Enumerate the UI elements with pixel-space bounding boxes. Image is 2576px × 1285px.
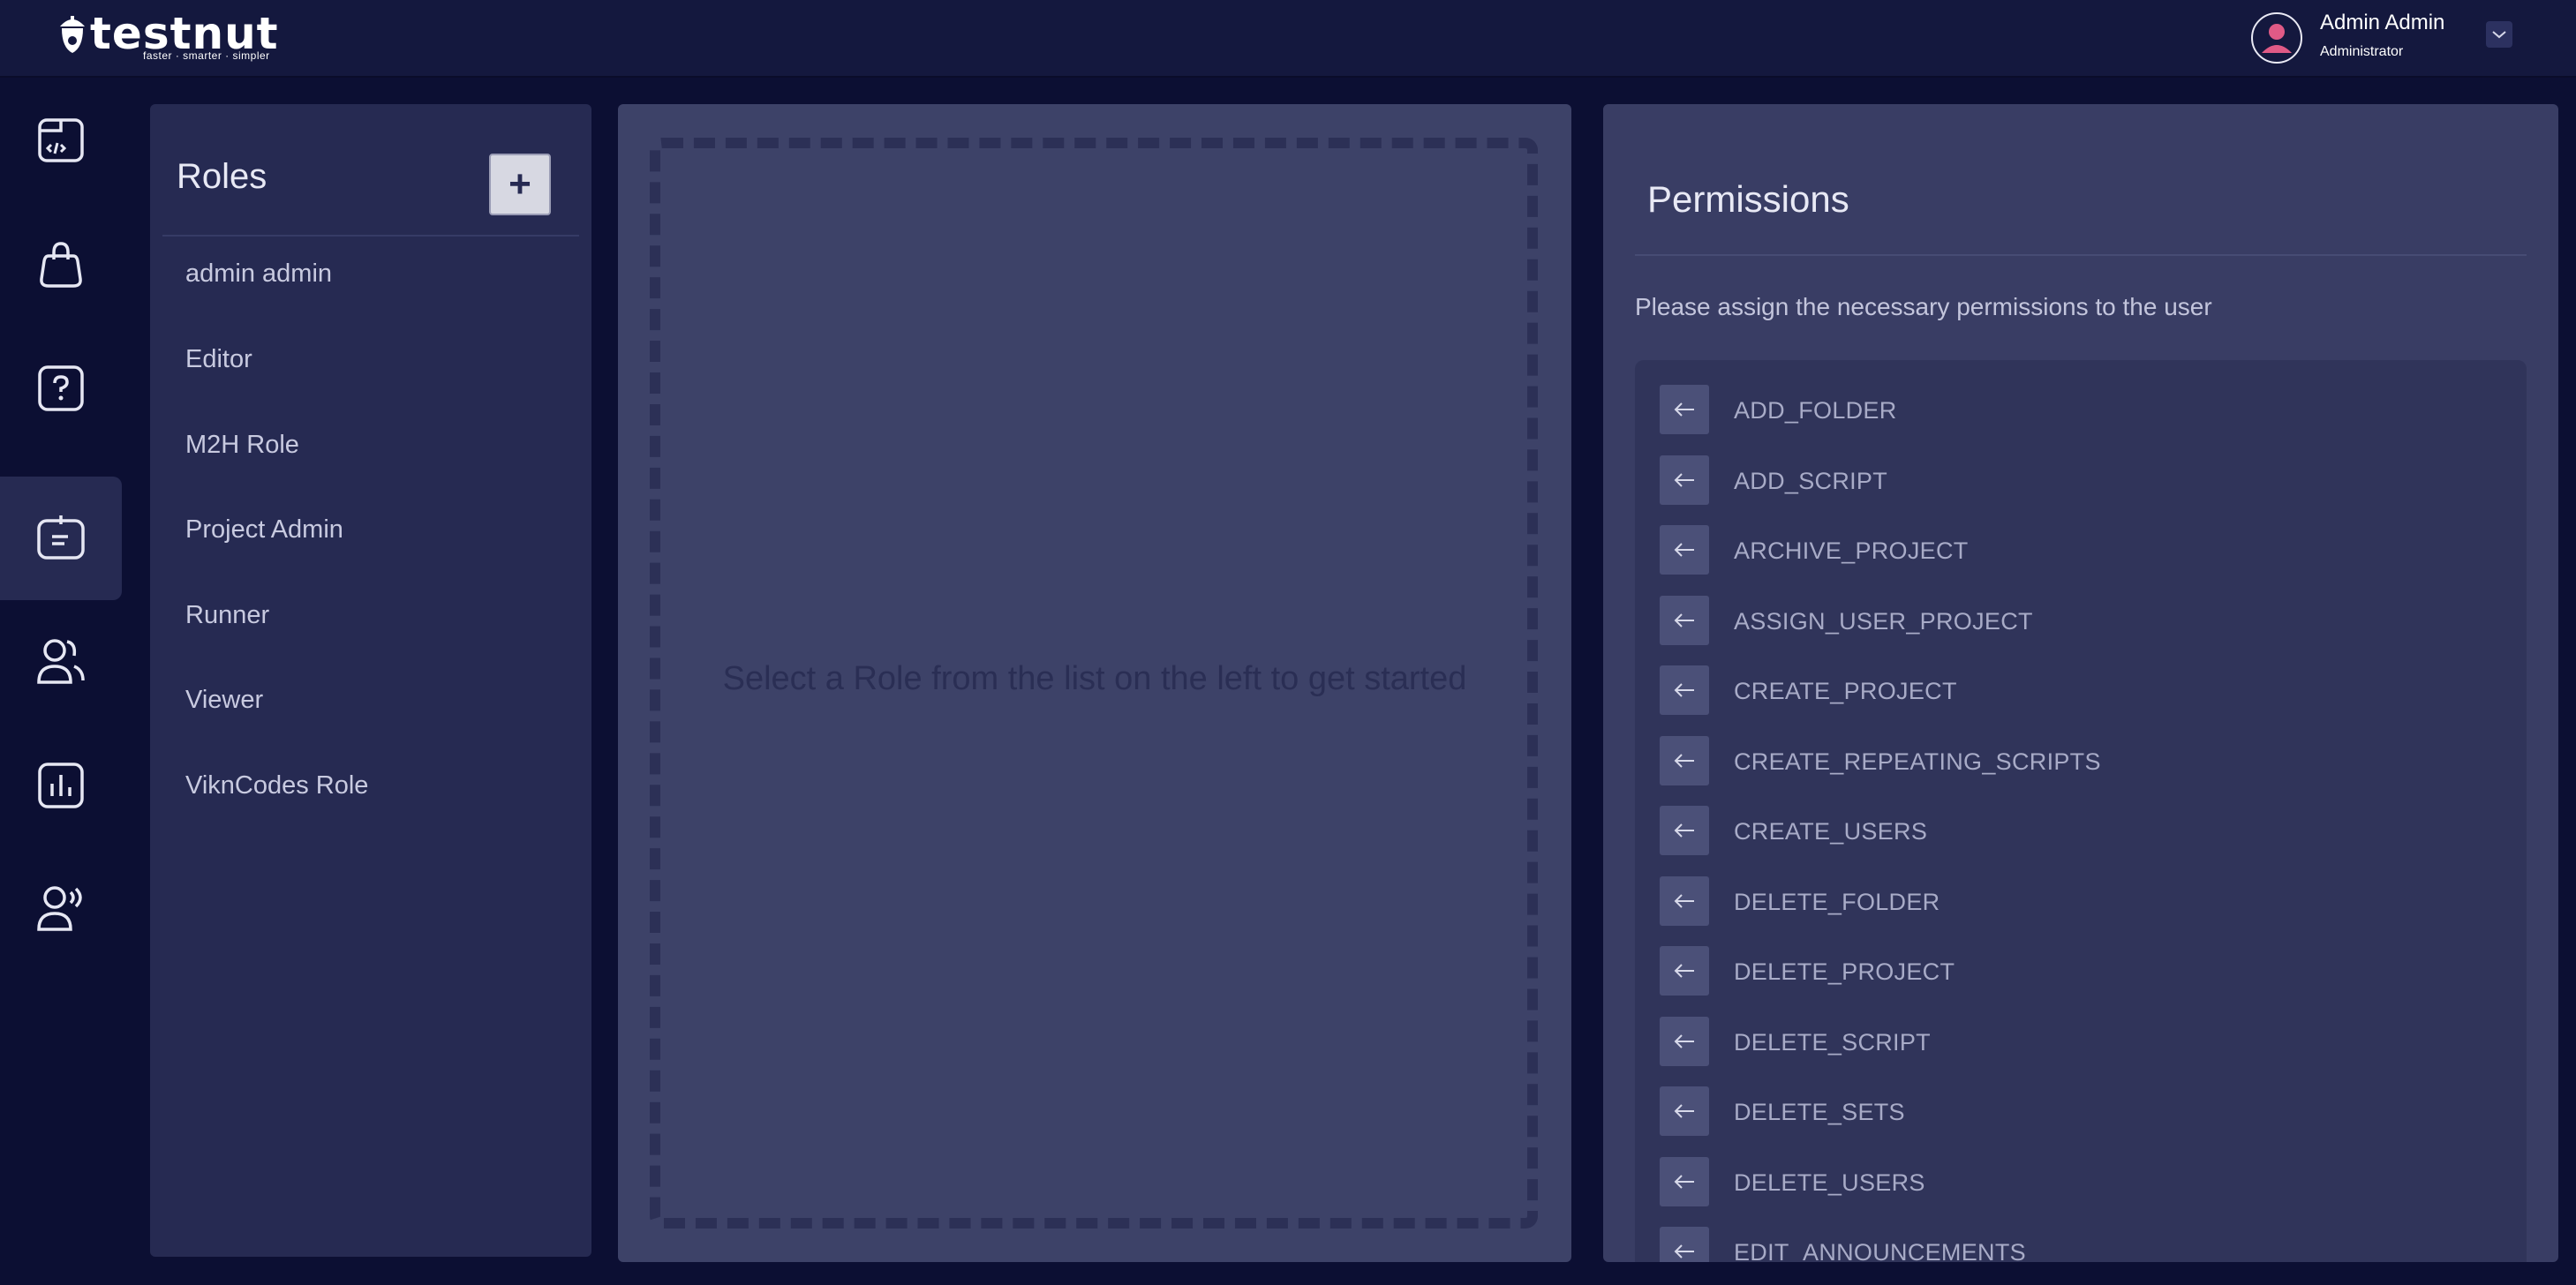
assign-permission-button[interactable] (1660, 525, 1709, 575)
assign-permission-button[interactable] (1660, 595, 1709, 645)
permission-row: ASSIGN_USER_PROJECT (1660, 595, 2507, 647)
permission-row: DELETE_PROJECT (1660, 946, 2507, 997)
permission-label: ADD_FOLDER (1734, 397, 1897, 424)
assign-permission-button[interactable] (1660, 385, 1709, 434)
nav-item-code[interactable] (0, 79, 122, 203)
permission-row: CREATE_REPEATING_SCRIPTS (1660, 735, 2507, 787)
permissions-panel: Permissions Please assign the necessary … (1603, 104, 2558, 1262)
arrow-left-icon (1674, 543, 1694, 557)
permission-label: CREATE_REPEATING_SCRIPTS (1734, 748, 2101, 775)
permission-row: ADD_SCRIPT (1660, 455, 2507, 507)
assign-permission-button[interactable] (1660, 735, 1709, 785)
role-item-vikncodes-role[interactable]: ViknCodes Role (185, 771, 368, 800)
arrow-left-icon (1674, 683, 1694, 697)
permission-row: ARCHIVE_PROJECT (1660, 525, 2507, 576)
role-item-admin-admin[interactable]: admin admin (185, 259, 332, 289)
permission-row: DELETE_FOLDER (1660, 875, 2507, 928)
permission-label: ASSIGN_USER_PROJECT (1734, 607, 2033, 635)
permission-label: DELETE_SETS (1734, 1099, 1905, 1125)
user-menu[interactable]: Admin Admin Administrator (2251, 9, 2516, 67)
roles-panel: Roles + admin admin Editor M2H Role Proj… (150, 104, 591, 1257)
permission-label: ARCHIVE_PROJECT (1734, 537, 1969, 564)
code-window-icon (38, 118, 84, 162)
permission-row: ADD_FOLDER (1660, 385, 2507, 436)
avatar[interactable] (2251, 12, 2302, 64)
user-name: Admin Admin (2320, 11, 2445, 34)
arrow-left-icon (1674, 1244, 1694, 1259)
side-navigation (0, 79, 122, 1285)
role-item-project-admin[interactable]: Project Admin (185, 515, 343, 545)
arrow-left-icon (1674, 753, 1694, 768)
role-item-editor[interactable]: Editor (185, 345, 252, 374)
permission-row: CREATE_PROJECT (1660, 665, 2507, 717)
role-item-viewer[interactable]: Viewer (185, 686, 263, 715)
add-role-button[interactable]: + (489, 154, 551, 215)
assign-permission-button[interactable] (1660, 1156, 1709, 1206)
assign-permission-button[interactable] (1660, 1227, 1709, 1262)
nav-item-users[interactable] (0, 600, 122, 724)
logo-tagline: faster · smarter · simpler (143, 49, 270, 62)
nav-item-help[interactable] (0, 327, 122, 450)
permission-label: CREATE_USERS (1734, 818, 1928, 845)
arrow-left-icon (1674, 964, 1694, 978)
permission-label: ADD_SCRIPT (1734, 467, 1888, 494)
permission-row: EDIT_ANNOUNCEMENTS (1660, 1227, 2507, 1262)
permission-row: DELETE_SCRIPT (1660, 1016, 2507, 1068)
permission-label: DELETE_USERS (1734, 1169, 1925, 1196)
shopping-bag-icon (40, 242, 82, 288)
assign-permission-button[interactable] (1660, 665, 1709, 715)
user-dropdown-button[interactable] (2486, 21, 2512, 48)
help-icon (38, 365, 84, 411)
user-avatar-icon (2262, 24, 2292, 53)
permission-label: EDIT_ANNOUNCEMENTS (1734, 1239, 2026, 1262)
permission-label: DELETE_PROJECT (1734, 958, 1955, 985)
roles-icon (37, 515, 85, 560)
arrow-left-icon (1674, 402, 1694, 417)
arrow-left-icon (1674, 1104, 1694, 1118)
arrow-left-icon (1674, 612, 1694, 627)
assign-permission-button[interactable] (1660, 875, 1709, 926)
permission-label: DELETE_SCRIPT (1734, 1028, 1931, 1056)
nav-item-reports[interactable] (0, 724, 122, 847)
top-bar: testnut faster · smarter · simpler Admin… (0, 0, 2576, 78)
divider (162, 235, 579, 237)
assign-permission-button[interactable] (1660, 806, 1709, 855)
assign-permission-button[interactable] (1660, 1016, 1709, 1066)
assign-permission-button[interactable] (1660, 455, 1709, 505)
permissions-title: Permissions (1647, 178, 1849, 220)
nav-item-shop[interactable] (0, 203, 122, 327)
nav-item-roles[interactable] (0, 477, 122, 600)
assign-permission-button[interactable] (1660, 1086, 1709, 1136)
chevron-down-icon (2492, 31, 2506, 39)
permissions-subtitle: Please assign the necessary permissions … (1635, 293, 2212, 320)
role-item-m2h-role[interactable]: M2H Role (185, 431, 299, 460)
roles-title: Roles (177, 157, 267, 196)
permission-row: DELETE_SETS (1660, 1086, 2507, 1138)
nav-item-support[interactable] (0, 847, 122, 971)
acorn-logo-icon (60, 16, 85, 53)
arrow-left-icon (1674, 1174, 1694, 1189)
reports-icon (38, 763, 84, 808)
arrow-left-icon (1674, 893, 1694, 908)
role-detail-panel: Select a Role from the list on the left … (618, 104, 1571, 1262)
arrow-left-icon (1674, 1033, 1694, 1048)
divider (1635, 254, 2527, 256)
arrow-left-icon (1674, 472, 1694, 487)
user-voice-icon (37, 886, 82, 931)
user-role: Administrator (2320, 44, 2404, 59)
arrow-left-icon (1674, 823, 1694, 838)
users-icon (37, 639, 85, 684)
role-item-runner[interactable]: Runner (185, 601, 269, 630)
permission-row: DELETE_USERS (1660, 1156, 2507, 1208)
empty-state-message: Select a Role from the list on the left … (722, 660, 1467, 697)
permission-label: DELETE_FOLDER (1734, 888, 1940, 915)
testnut-logo[interactable]: testnut faster · smarter · simpler (55, 9, 278, 65)
assign-permission-button[interactable] (1660, 946, 1709, 996)
permission-label: CREATE_PROJECT (1734, 678, 1957, 704)
permission-row: CREATE_USERS (1660, 806, 2507, 857)
permissions-list: ADD_FOLDER ADD_SCRIPT ARCHIVE_PROJECT ASSIG… (1635, 360, 2527, 1262)
